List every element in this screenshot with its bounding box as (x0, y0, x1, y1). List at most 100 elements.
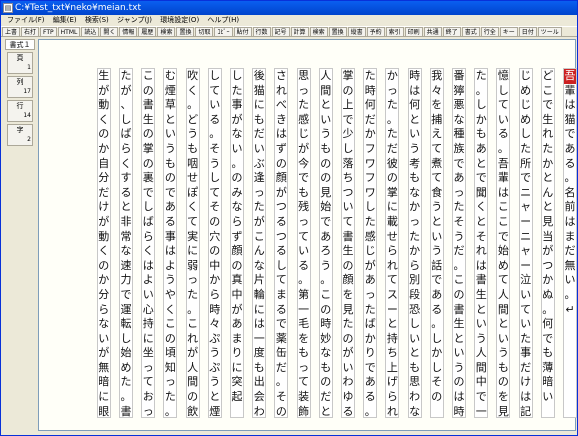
toolbar-button[interactable]: 行数 (252, 27, 271, 36)
toolbar-button[interactable]: 索引 (385, 27, 404, 36)
text-char: た (364, 302, 376, 316)
toolbar-button[interactable]: 検索 (157, 27, 176, 36)
toolbar-button[interactable]: ｺﾋﾟｰ (214, 27, 233, 36)
text-char: の (275, 156, 287, 170)
text-char: も (320, 360, 332, 374)
toolbar-button[interactable]: 印刷 (404, 27, 423, 36)
text-char: た (386, 127, 398, 141)
toolbar-button[interactable]: 切取 (195, 27, 214, 36)
toolbar-button[interactable]: HTML (57, 27, 81, 36)
menu-file[interactable]: ファイル(F) (7, 16, 45, 24)
toolbar-button[interactable]: 上書 (2, 27, 21, 36)
text-char: た (298, 98, 310, 112)
text-char: て (497, 98, 509, 112)
text-char: え (431, 127, 443, 141)
text-char: と (453, 331, 465, 345)
menu-jump[interactable]: ジャンプ(J) (117, 16, 152, 24)
text-char: 無 (98, 360, 110, 374)
toolbar-button[interactable]: 計算 (290, 27, 309, 36)
vertical-text-area[interactable]: 吾輩は猫である。名前はまだ無い。 ↵ どこで生れたかとんと見当がつかぬ。何でも薄暗い… (38, 39, 577, 431)
text-char: 時 (453, 404, 465, 418)
text-char: だ (320, 390, 332, 404)
menu-settings[interactable]: 環境設定(O) (160, 16, 199, 24)
text-char: と (475, 214, 487, 228)
text-char: を (497, 390, 509, 404)
toolbar-button[interactable]: 予約 (366, 27, 385, 36)
text-char: し (364, 200, 376, 214)
text-char: 中 (231, 287, 243, 301)
toolbar-button[interactable]: 終了 (442, 27, 461, 36)
text-char: と (542, 200, 554, 214)
text-char: い (520, 317, 532, 331)
text-char: れ (386, 258, 398, 272)
text-char: 薬 (275, 331, 287, 345)
toolbar-button[interactable]: 置換 (328, 27, 347, 36)
text-char: つ (275, 200, 287, 214)
text-char: は (453, 390, 465, 404)
toolbar-button[interactable]: FTP (40, 27, 57, 36)
text-char: だ (98, 185, 110, 199)
text-char: が (98, 346, 110, 360)
menu-edit[interactable]: 編集(E) (53, 16, 77, 24)
toolbar-button[interactable]: 縦書 (347, 27, 366, 36)
text-char: 少 (342, 127, 354, 141)
text-char: 。 (209, 127, 221, 141)
toolbar-button[interactable]: 情報 (119, 27, 138, 36)
text-char: っ (453, 185, 465, 199)
text-char: 。 (364, 404, 376, 418)
toolbar-button[interactable]: 置換 (176, 27, 195, 36)
toolbar-button[interactable]: 右打 (21, 27, 40, 36)
row-value: 14 (23, 112, 31, 119)
text-char: 記 (520, 404, 532, 418)
text-char: か (386, 69, 398, 82)
text-char: い (409, 127, 421, 141)
text-char: か (364, 331, 376, 345)
text-char: の (453, 287, 465, 301)
text-char: で (497, 229, 509, 243)
text-char: ろ (320, 244, 332, 258)
text-char: 上 (342, 98, 354, 112)
text-char: れ (475, 244, 487, 258)
format-selector[interactable]: 書式１ (5, 39, 35, 50)
text-char: に (98, 390, 110, 404)
toolbar-button[interactable]: 書式 (461, 27, 480, 36)
text-char: が (98, 214, 110, 228)
toolbar-button[interactable]: 貼付 (233, 27, 252, 36)
text-column: 番獰悪な種族であったそうだ。この書生というのは時 (452, 68, 466, 418)
text-char: か (475, 112, 487, 126)
text-char: 段 (409, 287, 421, 301)
text-char: の (320, 171, 332, 185)
text-char: 輩 (564, 83, 576, 97)
toolbar-button[interactable]: キー (499, 27, 518, 36)
text-char: う (209, 346, 221, 360)
text-char: た (475, 69, 487, 82)
toolbar-button[interactable]: 読込 (81, 27, 100, 36)
text-char: っ (298, 83, 310, 97)
title-bar[interactable]: ▤ C:¥Test_txt¥neko¥meian.txt (1, 1, 577, 15)
text-char: く (98, 112, 110, 126)
toolbar-button[interactable]: 記号 (271, 27, 290, 36)
text-char: 真 (231, 273, 243, 287)
toolbar-button[interactable]: ツール (537, 27, 562, 36)
text-char: 起 (231, 390, 243, 404)
toolbar-button[interactable]: 履歴 (138, 27, 157, 36)
text-char: 始 (320, 200, 332, 214)
menu-help[interactable]: ヘルプ(H) (207, 16, 239, 24)
text-char: 書 (453, 302, 465, 316)
text-char: さ (275, 69, 287, 82)
text-char: 弱 (187, 258, 199, 272)
toolbar-button[interactable]: 行全 (480, 27, 499, 36)
text-char: 生 (342, 244, 354, 258)
text-char: う (453, 229, 465, 243)
menu-search[interactable]: 検索(S) (85, 16, 109, 24)
text-char: が (542, 244, 554, 258)
toolbar: 上書 右打 FTP HTML 読込 開く 情報 履歴 検索 置換 切取 ｺﾋﾟｰ 貼付 行数 記号 計算 検索置… (1, 26, 577, 37)
toolbar-button[interactable]: 検索 (309, 27, 328, 36)
toolbar-button[interactable]: 開く (100, 27, 119, 36)
text-char: ぷ (209, 360, 221, 374)
toolbar-button[interactable]: 共通 (423, 27, 442, 36)
toolbar-button[interactable]: 日付 (518, 27, 537, 36)
text-char: 片 (253, 273, 265, 287)
text-char: 。 (187, 302, 199, 316)
text-char: の (320, 302, 332, 316)
